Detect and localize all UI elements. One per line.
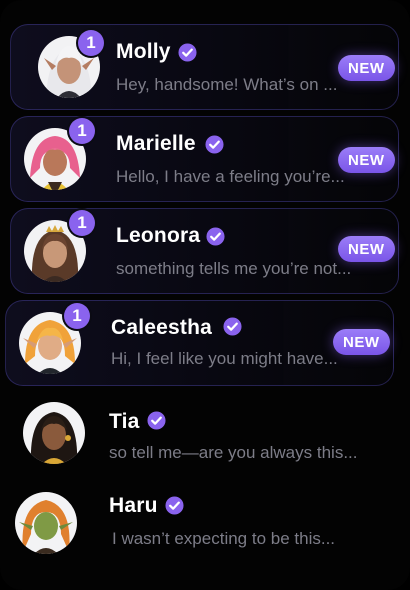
contact-name: Tia [109,410,140,433]
avatar [15,492,77,554]
check-badge-icon [205,135,224,154]
unread-count-badge: 1 [69,210,95,236]
new-badge: NEW [338,147,395,173]
unread-count-badge: 1 [69,118,95,144]
chat-item-molly[interactable]: 1 Molly Hey, handsome! What’s on ... NEW [10,24,399,110]
contact-name: Marielle [116,132,196,155]
message-preview: so tell me—are you always this... [109,443,358,462]
new-badge: NEW [338,55,395,81]
message-preview: something tells me you’re not... [116,259,352,278]
message-preview: Hi, I feel like you might have... [111,349,338,368]
contact-name: Molly [116,40,171,63]
contact-name: Leonora [116,224,201,247]
contact-name: Caleestha [111,316,213,339]
contact-name: Haru [109,494,158,517]
check-badge-icon [206,227,225,246]
chat-item-leonora[interactable]: 1 Leonora something tells me you’re not.… [10,208,399,294]
new-badge: NEW [333,329,390,355]
message-preview: Hey, handsome! What’s on ... [116,75,338,94]
chat-item-haru[interactable]: Haru I wasn’t expecting to be this... [5,484,400,570]
check-badge-icon [147,411,166,430]
unread-count-badge: 1 [64,303,90,329]
message-preview: Hello, I have a feeling you’re... [116,167,345,186]
chat-item-caleestha[interactable]: 1 Caleestha Hi, I feel like you might ha… [5,300,394,386]
check-badge-icon [165,496,184,515]
avatar [23,402,85,464]
message-preview: I wasn’t expecting to be this... [112,529,336,548]
chat-item-marielle[interactable]: 1 Marielle Hello, I have a feeling you’r… [10,116,399,202]
chat-item-tia[interactable]: Tia so tell me—are you always this... [5,392,400,478]
new-badge: NEW [338,236,395,262]
chat-list: 1 Molly Hey, handsome! What’s on ... NEW… [0,0,410,590]
unread-count-badge: 1 [78,30,104,56]
check-badge-icon [178,43,197,62]
check-badge-icon [223,317,242,336]
